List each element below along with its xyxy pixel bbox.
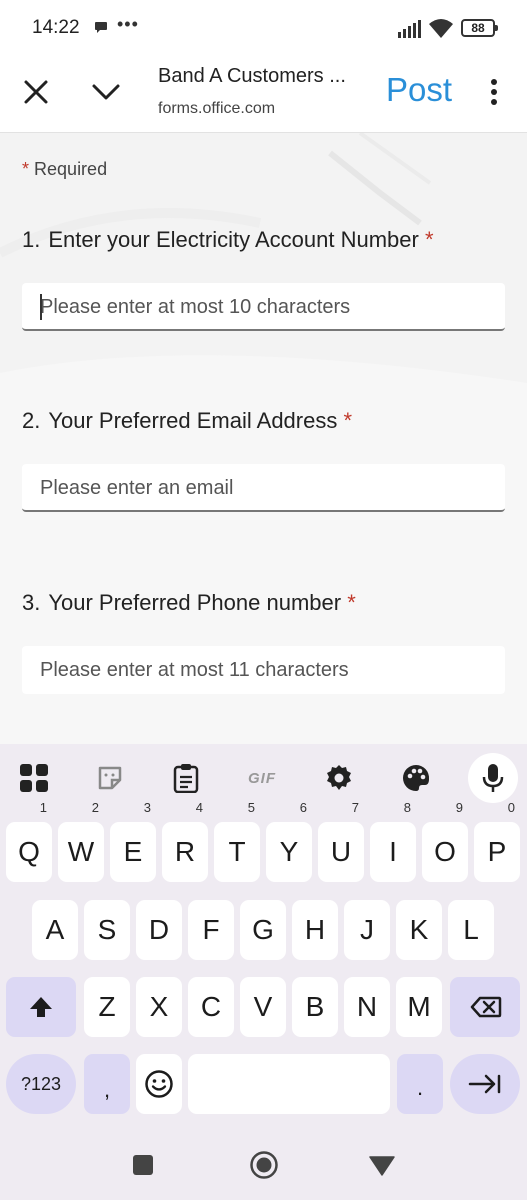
more-notifications-icon: ••• (117, 14, 139, 34)
period-key[interactable]: . (397, 1054, 443, 1114)
email-input[interactable]: Please enter an email (22, 464, 505, 512)
key-b[interactable]: B (292, 977, 338, 1037)
back-triangle-icon[interactable] (369, 1156, 395, 1176)
key-a[interactable]: A (32, 900, 78, 960)
key-t[interactable]: T5 (214, 801, 260, 882)
key-l[interactable]: L (448, 900, 494, 960)
required-note: * Required (22, 159, 107, 180)
emoji-key[interactable] (136, 1054, 182, 1114)
theme-palette-icon[interactable] (396, 758, 436, 798)
question-number: 1. (22, 227, 41, 252)
backspace-icon (470, 996, 502, 1018)
phone-placeholder: Please enter at most 11 characters (40, 659, 349, 681)
question-1-label: 1. Enter your Electricity Account Number … (22, 227, 434, 253)
page-title: Band A Customers ... (158, 65, 346, 87)
battery-icon: 88 (461, 19, 498, 37)
phone-input[interactable]: Please enter at most 11 characters (22, 646, 505, 694)
key-k[interactable]: K (396, 900, 442, 960)
question-text: Your Preferred Email Address (48, 408, 338, 433)
key-s[interactable]: S (84, 900, 130, 960)
required-star: * (22, 159, 30, 179)
account-number-placeholder: Please enter at most 10 characters (40, 296, 351, 318)
symbols-key[interactable]: ?123 (6, 1054, 76, 1114)
key-r[interactable]: R4 (162, 801, 208, 882)
chevron-down-icon[interactable] (88, 74, 124, 110)
wifi-icon (429, 19, 453, 38)
key-p[interactable]: P0 (474, 801, 520, 882)
comma-key[interactable]: , (84, 1054, 130, 1114)
required-label: Required (34, 159, 108, 179)
email-placeholder: Please enter an email (40, 477, 234, 499)
key-u[interactable]: U7 (318, 801, 364, 882)
backspace-key[interactable] (450, 977, 520, 1037)
key-w[interactable]: W2 (58, 801, 104, 882)
microphone-icon[interactable] (468, 753, 518, 803)
emoji-icon (145, 1070, 173, 1098)
key-f[interactable]: F (188, 900, 234, 960)
question-text: Enter your Electricity Account Number (48, 227, 419, 252)
settings-gear-icon[interactable] (319, 758, 359, 798)
onscreen-keyboard: GIF Q1 W2 E3 R4 T5 Y6 U7 I8 O9 P0 A S D … (0, 744, 527, 1136)
system-nav-bar (0, 1136, 527, 1200)
page-url: forms.office.com (158, 100, 276, 117)
spacebar[interactable] (188, 1054, 390, 1114)
key-o[interactable]: O9 (422, 801, 468, 882)
shift-arrow-icon (30, 997, 52, 1017)
key-h[interactable]: H (292, 900, 338, 960)
home-icon[interactable] (249, 1150, 279, 1180)
signal-icon (398, 20, 421, 38)
tab-next-arrow-icon (468, 1074, 501, 1094)
clipboard-icon[interactable] (166, 758, 206, 798)
key-c[interactable]: C (188, 977, 234, 1037)
required-star: * (343, 408, 353, 433)
chat-notification-icon (95, 22, 107, 33)
key-n[interactable]: N (344, 977, 390, 1037)
key-z[interactable]: Z (84, 977, 130, 1037)
required-star: * (424, 227, 434, 252)
question-text: Your Preferred Phone number (48, 590, 342, 615)
key-j[interactable]: J (344, 900, 390, 960)
text-cursor (40, 294, 42, 320)
status-bar: 14:22 ••• 88 (0, 0, 527, 56)
recent-apps-icon[interactable] (133, 1155, 153, 1175)
form-content: * Required 1. Enter your Electricity Acco… (0, 133, 527, 744)
account-number-input[interactable]: Please enter at most 10 characters (22, 283, 505, 331)
key-d[interactable]: D (136, 900, 182, 960)
shift-key[interactable] (6, 977, 76, 1037)
key-y[interactable]: Y6 (266, 801, 312, 882)
more-vertical-icon[interactable] (482, 76, 506, 108)
key-v[interactable]: V (240, 977, 286, 1037)
apps-grid-icon[interactable] (14, 758, 54, 798)
gif-icon[interactable]: GIF (242, 758, 282, 798)
key-e[interactable]: E3 (110, 801, 156, 882)
key-m[interactable]: M (396, 977, 442, 1037)
status-time: 14:22 (32, 17, 80, 38)
question-2-label: 2. Your Preferred Email Address * (22, 408, 352, 434)
required-star: * (347, 590, 356, 615)
key-q[interactable]: Q1 (6, 801, 52, 882)
key-i[interactable]: I8 (370, 801, 416, 882)
question-number: 3. (22, 590, 41, 615)
sticker-icon[interactable] (90, 758, 130, 798)
key-x[interactable]: X (136, 977, 182, 1037)
question-3-label: 3. Your Preferred Phone number * (22, 590, 356, 616)
browser-header: Band A Customers ... forms.office.com Po… (0, 56, 527, 133)
next-key[interactable] (450, 1054, 520, 1114)
post-button[interactable]: Post (386, 71, 452, 109)
key-g[interactable]: G (240, 900, 286, 960)
close-icon[interactable] (18, 74, 54, 110)
question-number: 2. (22, 408, 41, 433)
